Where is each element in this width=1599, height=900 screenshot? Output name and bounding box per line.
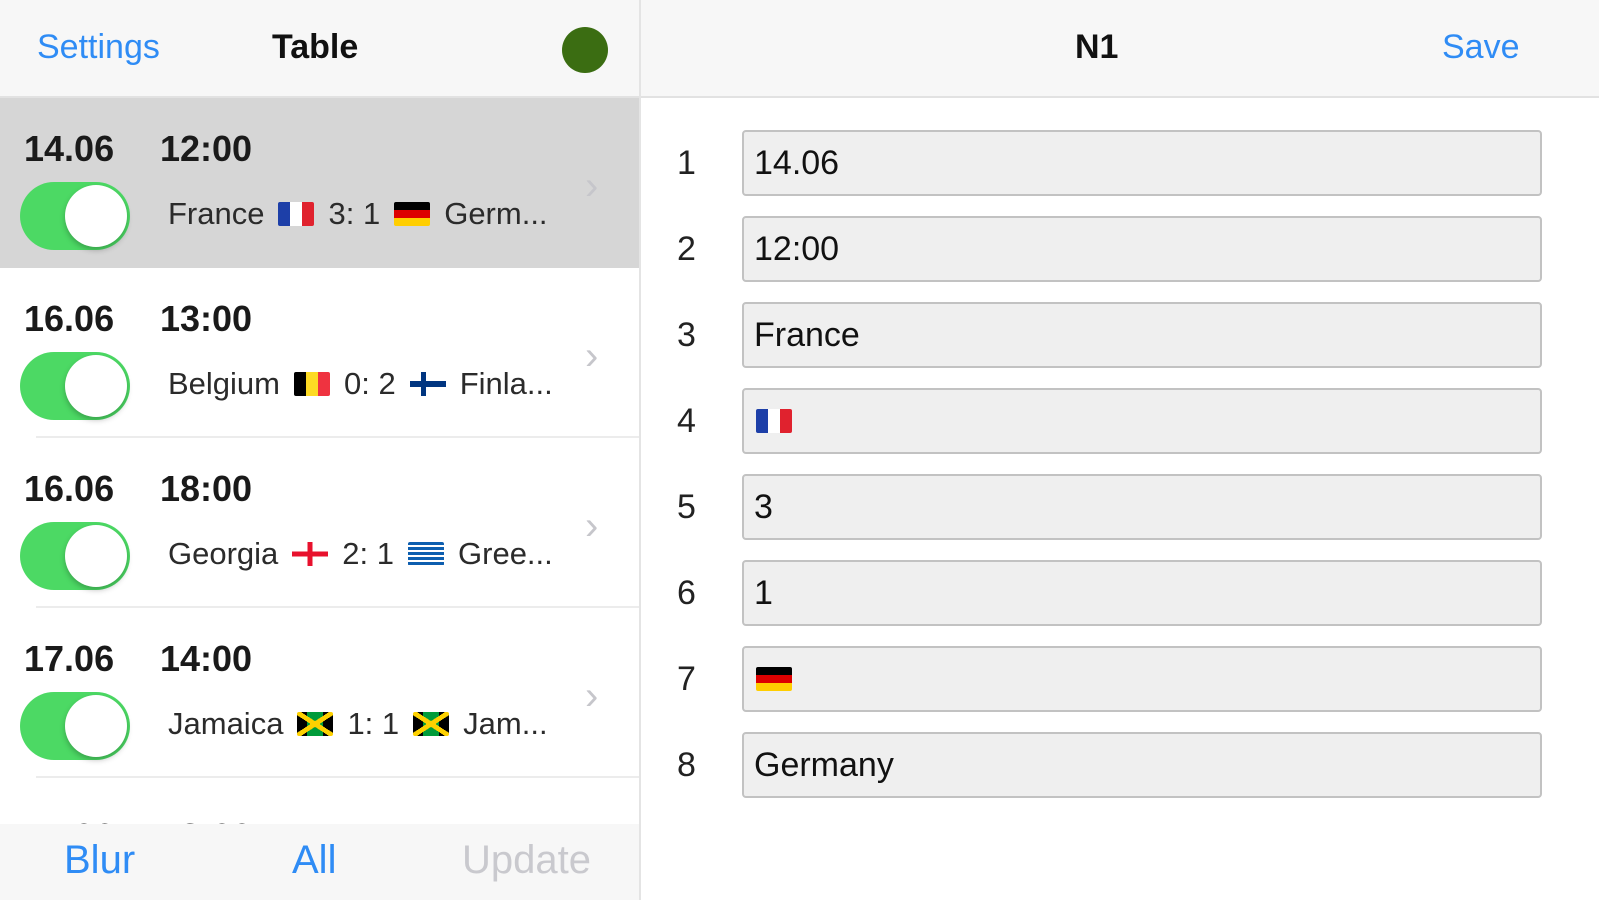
chevron-right-icon: › xyxy=(585,674,599,718)
field-number: 2 xyxy=(677,230,696,268)
home-team: France xyxy=(168,196,265,231)
detail-pane: N1 Save 1 2 3 4 5 6 xyxy=(641,0,1599,900)
match-time: 14:00 xyxy=(160,638,253,679)
field-number: 6 xyxy=(677,574,696,612)
chevron-right-icon: › xyxy=(585,504,599,548)
match-enabled-toggle[interactable] xyxy=(20,352,130,420)
match-row[interactable]: 14.06 12:00 France 3: 1 Germ... › xyxy=(0,98,639,268)
field-box xyxy=(742,560,1542,626)
field-number: 1 xyxy=(677,144,696,182)
home-team: Jamaica xyxy=(168,706,284,741)
field-number: 7 xyxy=(677,660,696,698)
field-row-2: 2 xyxy=(641,216,1599,282)
match-enabled-toggle[interactable] xyxy=(20,522,130,590)
field-row-7: 7 xyxy=(641,646,1599,712)
chevron-right-icon: › xyxy=(585,334,599,378)
toggle-knob xyxy=(65,695,127,757)
detail-navbar: N1 Save xyxy=(641,0,1599,98)
match-time: 18:00 xyxy=(160,468,253,509)
master-navbar: Settings Table xyxy=(0,0,639,98)
all-button[interactable]: All xyxy=(292,838,336,883)
match-score: 1: 1 xyxy=(347,706,400,741)
away-team: Finla... xyxy=(459,366,553,401)
field-number: 3 xyxy=(677,316,696,354)
field-box xyxy=(742,216,1542,282)
match-summary: Jamaica 1: 1 Jam... xyxy=(168,706,548,742)
match-time: 13:00 xyxy=(160,298,253,339)
field-row-5: 5 xyxy=(641,474,1599,540)
match-score: 2: 1 xyxy=(342,536,395,571)
field-box xyxy=(742,130,1542,196)
field-box xyxy=(742,646,1542,712)
georgia-flag-icon xyxy=(292,542,329,566)
field-row-8: 8 xyxy=(641,732,1599,798)
field-row-4: 4 xyxy=(641,388,1599,454)
time-field[interactable] xyxy=(744,218,1540,280)
home-team: Georgia xyxy=(168,536,279,571)
away-score-field[interactable] xyxy=(744,562,1540,624)
belgium-flag-icon xyxy=(294,372,330,396)
match-row[interactable]: 16.06 13:00 Belgium 0: 2 Finla... › xyxy=(0,268,639,438)
match-list[interactable]: 14.06 12:00 France 3: 1 Germ... › 16.06 … xyxy=(0,98,639,824)
match-date: 17.06 xyxy=(24,638,115,679)
master-pane: Settings Table 14.06 12:00 France 3: 1 G… xyxy=(0,0,641,900)
jamaica-flag-icon xyxy=(413,712,450,736)
home-flag-field[interactable] xyxy=(744,390,1540,452)
home-score-field[interactable] xyxy=(744,476,1540,538)
match-date: 16.06 xyxy=(24,468,115,509)
connection-status-indicator xyxy=(562,27,608,73)
match-row[interactable]: 17.06 14:00 Jamaica 1: 1 Jam... › xyxy=(0,608,639,778)
field-row-6: 6 xyxy=(641,560,1599,626)
match-score: 3: 1 xyxy=(328,196,381,231)
france-flag-icon xyxy=(278,202,315,226)
home-team-field[interactable] xyxy=(744,304,1540,366)
away-team: Jam... xyxy=(463,706,548,741)
finland-flag-icon xyxy=(409,372,446,396)
chevron-right-icon: › xyxy=(585,164,599,208)
match-summary: France 3: 1 Germ... xyxy=(168,196,548,232)
germany-flag-icon xyxy=(394,202,431,226)
detail-title: N1 xyxy=(1075,28,1119,66)
field-box xyxy=(742,732,1542,798)
field-number: 8 xyxy=(677,746,696,784)
blur-button[interactable]: Blur xyxy=(64,838,135,883)
match-row[interactable]: 16.06 18:00 Georgia 2: 1 Gree... › xyxy=(0,438,639,608)
greece-flag-icon xyxy=(408,542,445,566)
toggle-knob xyxy=(65,185,127,247)
update-button[interactable]: Update xyxy=(462,838,591,883)
field-number: 5 xyxy=(677,488,696,526)
match-enabled-toggle[interactable] xyxy=(20,182,130,250)
away-flag-field[interactable] xyxy=(744,648,1540,710)
toggle-knob xyxy=(65,355,127,417)
bottom-toolbar: Blur All Update xyxy=(0,824,639,900)
field-box xyxy=(742,302,1542,368)
settings-button[interactable]: Settings xyxy=(37,28,160,67)
row-separator xyxy=(36,776,639,778)
match-summary: Belgium 0: 2 Finla... xyxy=(168,366,553,402)
master-title: Table xyxy=(272,28,359,66)
away-team-field[interactable] xyxy=(744,734,1540,796)
match-date: 16.06 xyxy=(24,298,115,339)
away-team: Germ... xyxy=(444,196,548,231)
match-date: 14.06 xyxy=(24,128,115,169)
home-team: Belgium xyxy=(168,366,280,401)
field-number: 4 xyxy=(677,402,696,440)
toggle-knob xyxy=(65,525,127,587)
save-button[interactable]: Save xyxy=(1442,28,1520,67)
match-summary: Georgia 2: 1 Gree... xyxy=(168,536,553,572)
match-score: 0: 2 xyxy=(344,366,396,401)
field-box xyxy=(742,388,1542,454)
jamaica-flag-icon xyxy=(297,712,334,736)
field-box xyxy=(742,474,1542,540)
field-row-3: 3 xyxy=(641,302,1599,368)
match-enabled-toggle[interactable] xyxy=(20,692,130,760)
match-time: 12:00 xyxy=(160,128,253,169)
date-field[interactable] xyxy=(744,132,1540,194)
field-row-1: 1 xyxy=(641,130,1599,196)
away-team: Gree... xyxy=(458,536,553,571)
